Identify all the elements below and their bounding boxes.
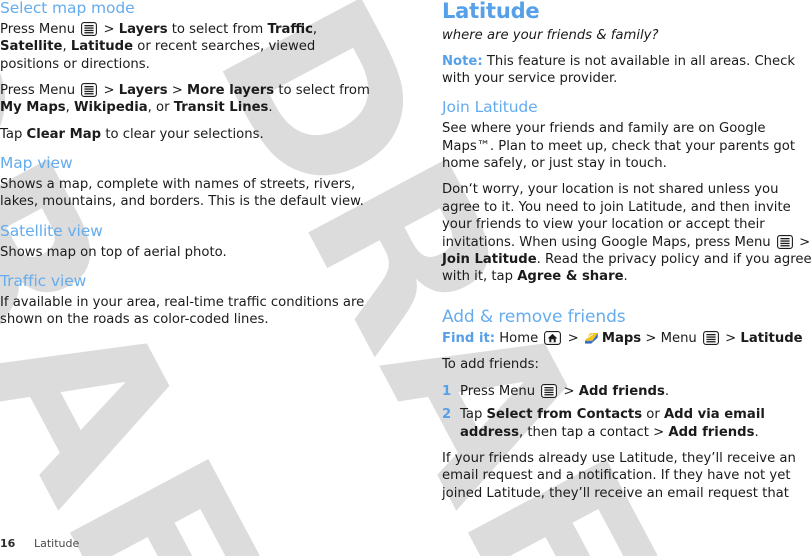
text-post-3: to select from xyxy=(274,83,370,99)
text-bold-layers: Layers xyxy=(118,21,168,37)
step-text-post-2: . xyxy=(664,383,670,399)
note-text: This feature is not available in all are… xyxy=(442,53,796,86)
text-post-3: , xyxy=(312,21,318,37)
page-number: 16 xyxy=(0,537,16,550)
to-add-friends-intro: To add friends: xyxy=(442,357,539,373)
maps-icon xyxy=(584,331,599,345)
note-paragraph: Note: This feature is not available in a… xyxy=(442,53,812,88)
text-post-3: . xyxy=(623,269,628,285)
step-bold-add-friends: Add friends xyxy=(578,383,665,399)
text-post-1: > xyxy=(99,21,119,37)
subsection-heading-traffic-view: Traffic view xyxy=(0,272,87,291)
find-it-sep-2: > Menu xyxy=(641,331,701,347)
manual-page: DRAFT DRAFT Select map mode Press Menu >… xyxy=(0,0,812,556)
text-post-1: > xyxy=(99,83,119,99)
page-title: Latitude xyxy=(442,0,540,23)
subsection-body-satellite-view: Shows map on top of aerial photo. xyxy=(0,244,227,260)
section-heading-add-remove-friends: Add & remove friends xyxy=(442,306,626,327)
menu-icon xyxy=(703,331,719,346)
find-it-maps-label: Maps xyxy=(601,331,642,347)
text-post-4: , xyxy=(65,100,75,116)
home-icon xyxy=(544,331,562,346)
text-bold-join-latitude: Join Latitude xyxy=(442,251,537,267)
closing-paragraph: If your friends already use Latitude, th… xyxy=(442,450,796,501)
note-label: Note: xyxy=(442,53,483,69)
find-it-latitude-label: Latitude xyxy=(740,331,803,347)
subsection-body-traffic-view: If available in your area, real-time tra… xyxy=(0,294,365,328)
text-pre: Press Menu xyxy=(0,83,76,99)
find-it-sep-1: > xyxy=(563,331,583,347)
text-pre: Press Menu xyxy=(0,21,76,37)
text-bold-more-layers: More layers xyxy=(186,83,275,99)
step-number: 2 xyxy=(442,407,452,423)
text-post-2: > xyxy=(167,83,187,99)
text-post-6: . xyxy=(268,100,273,116)
join-paragraph-1: See where your friends and family are on… xyxy=(442,121,796,171)
text-post-2: to select from xyxy=(167,21,268,37)
section-heading-join-latitude: Join Latitude xyxy=(442,98,538,117)
text-post-4: , xyxy=(62,39,71,55)
menu-icon xyxy=(81,21,98,36)
step-bold-select-from-contacts: Select from Contacts xyxy=(486,407,643,423)
find-it-path: Find it: Home > Maps > Menu > Latitude xyxy=(442,329,812,348)
left-column: Select map mode Press Menu > Layers to s… xyxy=(0,0,406,556)
subsection-heading-satellite-view: Satellite view xyxy=(0,221,103,240)
join-paragraph-2: Don‘t worry, your location is not shared… xyxy=(442,181,812,285)
text-bold-transit-lines: Transit Lines xyxy=(173,100,269,116)
step-text-pre: Press Menu xyxy=(460,383,536,399)
find-it-sep-3: > xyxy=(720,331,741,347)
menu-icon xyxy=(776,234,793,249)
paragraph-press-menu-layers: Press Menu > Layers to select from Traff… xyxy=(0,21,376,73)
step-text-post-1: or xyxy=(642,407,664,423)
text-post-5: , or xyxy=(147,100,174,116)
step-item-1: 1 Press Menu > Add friends. xyxy=(442,383,812,400)
step-item-2: 2 Tap Select from Contacts or Add via ema… xyxy=(442,406,812,441)
step-text-pre: Tap xyxy=(460,407,487,423)
find-it-label: Find it: xyxy=(442,331,496,347)
text-post-1: to clear your selections. xyxy=(101,126,264,142)
menu-icon xyxy=(541,383,558,398)
text-bold-agree-share: Agree & share xyxy=(517,269,624,285)
text-bold-traffic: Traffic xyxy=(267,21,313,37)
text-pre: Don‘t worry, your location is not shared… xyxy=(442,182,791,250)
text-bold-latitude: Latitude xyxy=(70,39,134,55)
page-footer: 16 Latitude xyxy=(0,537,79,550)
page-columns: Select map mode Press Menu > Layers to s… xyxy=(0,0,812,556)
subsection-body-map-view: Shows a map, complete with names of stre… xyxy=(0,177,364,210)
step-text-post-3: . xyxy=(754,424,759,440)
footer-chapter-name: Latitude xyxy=(34,537,80,550)
text-bold-clear-map: Clear Map xyxy=(26,126,102,142)
right-column: Latitude where are your friends & family… xyxy=(406,0,812,556)
step-number: 1 xyxy=(442,383,452,399)
page-tagline: where are your friends & family? xyxy=(442,28,659,44)
text-bold-wikipedia: Wikipedia xyxy=(74,100,148,116)
step-text-post-2: , then tap a contact > xyxy=(518,424,669,440)
text-bold-my-maps: My Maps xyxy=(0,100,66,116)
step-bold-add-friends: Add friends xyxy=(668,424,755,440)
add-friends-steps: 1 Press Menu > Add friends. 2 Tap Select f… xyxy=(442,383,812,441)
text-bold-layers: Layers xyxy=(118,83,168,99)
paragraph-clear-map: Tap Clear Map to clear your selections. xyxy=(0,126,376,143)
text-post-1: > xyxy=(794,234,811,250)
text-bold-satellite: Satellite xyxy=(0,39,63,55)
subsection-heading-map-view: Map view xyxy=(0,154,73,173)
paragraph-press-menu-more-layers: Press Menu > Layers > More layers to sel… xyxy=(0,82,376,117)
section-heading-select-map-mode: Select map mode xyxy=(0,0,135,17)
step-text-post-1: > xyxy=(559,383,579,399)
find-it-home-label: Home xyxy=(495,331,543,347)
menu-icon xyxy=(81,83,98,97)
text-pre: Tap xyxy=(0,126,27,142)
